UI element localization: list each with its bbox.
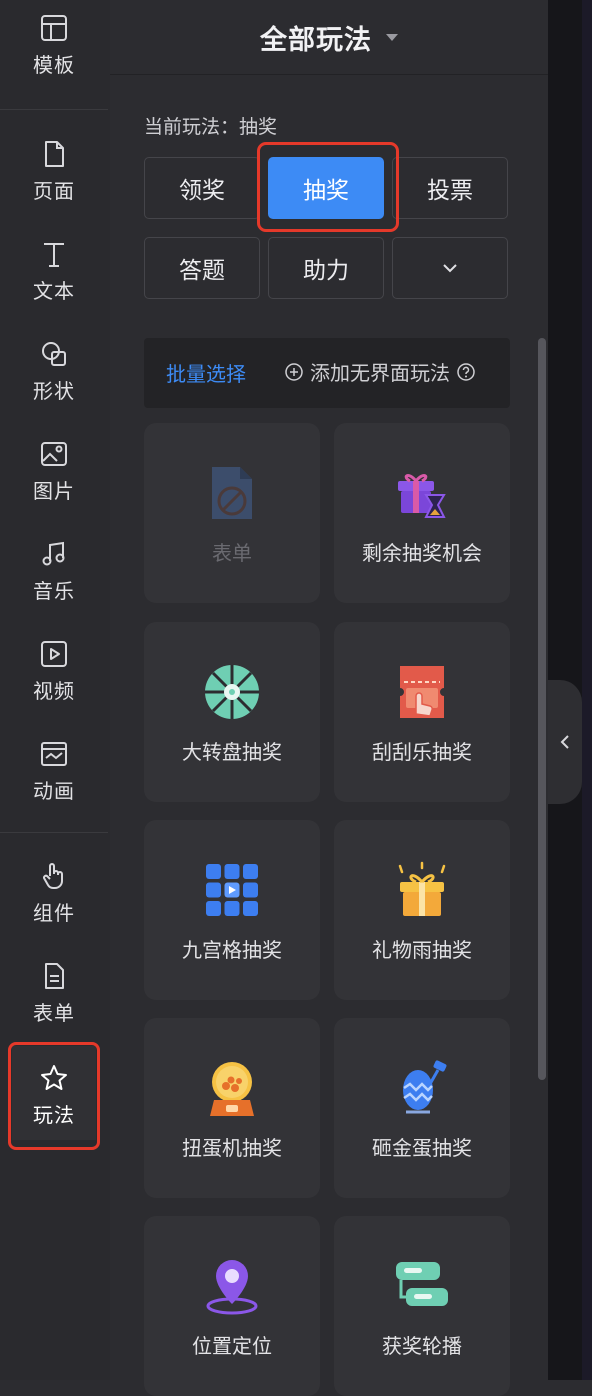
caret-down-icon	[386, 33, 398, 41]
category-more-button[interactable]	[392, 237, 508, 299]
gameplay-card-wheel[interactable]: 大转盘抽奖	[144, 622, 320, 802]
sidebar-item-label: 文本	[33, 278, 75, 303]
category-claim[interactable]: 领奖	[144, 157, 260, 219]
sidebar-item-label: 模板	[33, 52, 75, 77]
gameplay-card-winner-carousel[interactable]: 获奖轮播	[334, 1216, 510, 1396]
card-label: 砸金蛋抽奖	[372, 1136, 472, 1160]
location-pin-icon	[206, 1260, 258, 1315]
sidebar-divider	[0, 109, 108, 110]
sidebar-item-label: 表单	[33, 1000, 75, 1025]
music-icon	[42, 541, 65, 565]
sidebar-item-music[interactable]: 音乐	[0, 526, 108, 616]
grid-nine-icon	[206, 864, 258, 916]
panel-scrollbar[interactable]	[538, 338, 546, 1080]
left-sidebar: 模板 页面 文本 形状 图片 音乐 视频 动画 组件 表单 玩法	[0, 0, 111, 1380]
form-disabled-icon	[212, 467, 252, 519]
card-label: 九宫格抽奖	[182, 938, 282, 962]
form-icon	[45, 962, 64, 989]
gameplay-panel: 全部玩法 当前玩法：抽奖 领奖 抽奖 投票 答题 助力 批量选择 添加无界面玩法…	[110, 0, 549, 1396]
gameplay-card-form[interactable]: 表单	[144, 423, 320, 603]
layout-icon	[41, 14, 67, 41]
sidebar-item-animation[interactable]: 动画	[0, 726, 108, 816]
category-assist[interactable]: 助力	[268, 237, 384, 299]
text-icon	[44, 242, 64, 267]
gacha-icon	[210, 1062, 254, 1116]
category-quiz[interactable]: 答题	[144, 237, 260, 299]
sidebar-item-label: 页面	[33, 178, 75, 203]
card-label: 表单	[212, 541, 252, 565]
wheel-icon	[205, 665, 259, 719]
sidebar-divider	[0, 832, 108, 833]
current-gameplay-label: 当前玩法：抽奖	[144, 116, 278, 138]
card-label: 礼物雨抽奖	[372, 938, 472, 962]
sidebar-item-image[interactable]: 图片	[0, 426, 108, 516]
star-icon	[41, 1064, 67, 1090]
gameplay-card-gacha[interactable]: 扭蛋机抽奖	[144, 1018, 320, 1198]
sidebar-item-text[interactable]: 文本	[0, 226, 108, 316]
category-active-highlight	[257, 142, 399, 232]
card-label: 大转盘抽奖	[182, 740, 282, 764]
card-label: 获奖轮播	[382, 1334, 462, 1358]
sidebar-item-form[interactable]: 表单	[0, 948, 108, 1038]
chevron-down-icon	[443, 264, 457, 273]
gameplay-card-scratch[interactable]: 刮刮乐抽奖	[334, 622, 510, 802]
gameplay-card-gift-rain[interactable]: 礼物雨抽奖	[334, 820, 510, 1000]
gameplay-card-nine-grid[interactable]: 九宫格抽奖	[144, 820, 320, 1000]
sidebar-item-label: 音乐	[33, 578, 75, 603]
card-label: 剩余抽奖机会	[362, 541, 482, 565]
add-ui-less-gameplay-label: 添加无界面玩法	[310, 361, 450, 385]
batch-toolbar: 批量选择 添加无界面玩法	[144, 338, 510, 408]
sidebar-item-template[interactable]: 模板	[0, 0, 108, 90]
sidebar-item-label: 视频	[33, 678, 75, 703]
category-vote[interactable]: 投票	[392, 157, 508, 219]
sidebar-item-label: 组件	[33, 900, 75, 925]
gameplay-card-golden-egg[interactable]: 砸金蛋抽奖	[334, 1018, 510, 1198]
video-icon	[41, 640, 67, 667]
gameplay-card-location[interactable]: 位置定位	[144, 1216, 320, 1396]
gift-box-icon	[398, 861, 446, 916]
page-icon	[45, 140, 64, 167]
carousel-icon	[396, 1262, 448, 1306]
gift-hourglass-icon	[398, 474, 446, 518]
card-label: 位置定位	[192, 1334, 272, 1358]
add-ui-less-gameplay-button[interactable]: 添加无界面玩法	[284, 357, 476, 386]
panel-title: 全部玩法	[260, 24, 372, 56]
sidebar-item-shape[interactable]: 形状	[0, 326, 108, 416]
collapse-panel-button[interactable]	[548, 680, 582, 804]
image-icon	[41, 441, 67, 466]
help-icon[interactable]	[456, 362, 476, 382]
panel-title-dropdown[interactable]: 全部玩法	[110, 0, 548, 75]
sidebar-item-label: 玩法	[33, 1102, 75, 1127]
batch-select-button[interactable]: 批量选择	[166, 358, 246, 387]
animation-icon	[41, 741, 67, 766]
sidebar-item-gameplay[interactable]: 玩法	[0, 1050, 108, 1140]
sidebar-item-label: 动画	[33, 778, 75, 803]
egg-hammer-icon	[403, 1060, 447, 1114]
hand-pointer-icon	[43, 862, 63, 889]
card-label: 扭蛋机抽奖	[182, 1136, 282, 1160]
shape-icon	[42, 341, 66, 366]
sidebar-item-video[interactable]: 视频	[0, 626, 108, 716]
sidebar-item-component[interactable]: 组件	[0, 848, 108, 938]
sidebar-item-label: 形状	[33, 378, 75, 403]
sidebar-item-page[interactable]: 页面	[0, 126, 108, 216]
chevron-left-icon	[560, 735, 569, 749]
card-label: 刮刮乐抽奖	[372, 740, 472, 764]
plus-circle-icon	[285, 362, 303, 381]
sidebar-item-label: 图片	[33, 478, 75, 503]
gameplay-card-remaining-chances[interactable]: 剩余抽奖机会	[334, 423, 510, 603]
scratch-card-icon	[400, 666, 444, 718]
